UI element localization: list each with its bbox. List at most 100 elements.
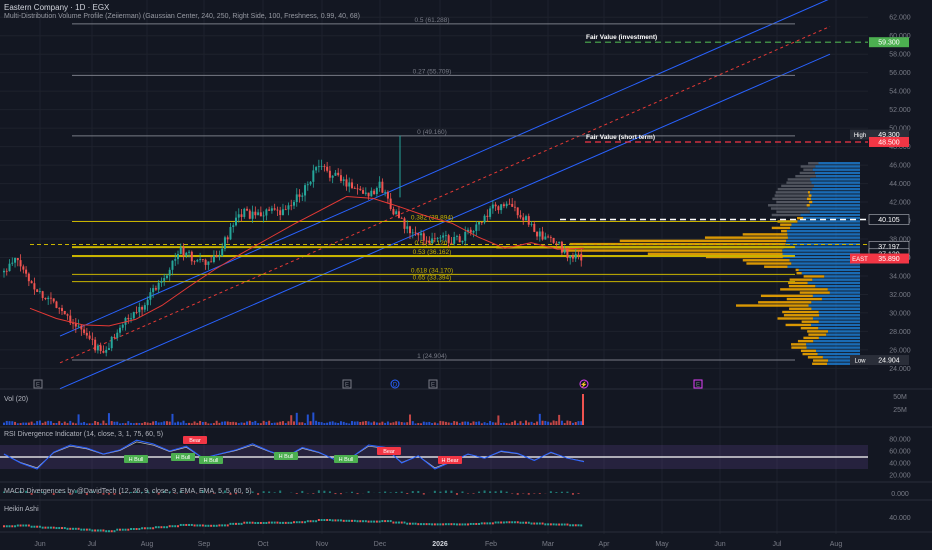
profile-bar-blue [782, 252, 860, 255]
heikin-candle [66, 527, 69, 530]
heikin-pane-label[interactable]: Heikin Ashi [4, 506, 39, 513]
heikin-candle [30, 525, 33, 528]
profile-bar-blue [800, 213, 860, 217]
vol-bar [348, 423, 351, 425]
heikin-candle [229, 522, 232, 525]
heikin-candle [494, 521, 497, 524]
vol-bar [317, 421, 320, 425]
heikin-candle [55, 527, 58, 530]
profile-bar-blue [813, 339, 860, 343]
heikin-candle [179, 523, 182, 526]
vol-bar [464, 421, 467, 425]
vol-bar [102, 420, 105, 425]
vol-bar [414, 423, 417, 425]
vol-bar [27, 422, 30, 425]
x-tick-label: Aug [830, 541, 843, 548]
candle-body [212, 255, 215, 263]
profile-bar-blue [806, 346, 860, 349]
vol-bar [395, 421, 398, 425]
profile-bar-orange [746, 262, 792, 265]
candle-body [243, 208, 246, 217]
vol-bar [107, 413, 110, 425]
candle-body [577, 253, 580, 255]
vol-bar [94, 420, 97, 425]
vol-pane-label[interactable]: Vol (20) [4, 396, 28, 403]
candle-body [61, 308, 63, 311]
candle-body [411, 232, 414, 234]
vol-bar [110, 421, 113, 425]
heikin-candle [511, 521, 514, 524]
vol-bar [422, 421, 425, 425]
candle-body [226, 237, 229, 240]
vol-bar [569, 421, 572, 425]
candle-body [135, 312, 138, 313]
vol-bar [301, 422, 304, 425]
candle-body [38, 291, 41, 293]
profile-bar-blue [807, 281, 860, 285]
profile-bar-blue [812, 317, 860, 320]
rsi-pane-label[interactable]: RSI Divergence Indicator (14, close, 3, … [4, 431, 163, 438]
candle-body [8, 263, 11, 272]
heikin-candle [8, 525, 11, 528]
vol-bar [33, 423, 36, 425]
vol-bar [400, 422, 403, 425]
vol-bar [351, 421, 353, 425]
macd-pane-label[interactable]: MACD Divergences by @DavidTech (12, 26, … [4, 488, 252, 495]
profile-bar-orange [788, 284, 816, 288]
vol-bar [328, 421, 331, 425]
heikin-candle [436, 523, 439, 526]
heikin-candle [409, 522, 411, 525]
vol-bar [265, 421, 268, 425]
heikin-candle [364, 520, 367, 523]
profile-bar-orange [809, 200, 813, 204]
vol-bar [397, 421, 400, 425]
vol-bar [229, 421, 232, 425]
heikin-candle [246, 521, 249, 524]
x-tick-label: Aug [141, 541, 154, 548]
profile-bar-blue [809, 204, 860, 207]
heikin-candle [72, 527, 75, 530]
candle-body [3, 270, 5, 273]
candle-body [469, 229, 472, 233]
price-axis[interactable]: 62.00060.00058.00056.00054.00052.00050.0… [889, 15, 911, 373]
indicator-legend[interactable]: Multi-Distribution Volume Profile (Zeiie… [4, 13, 360, 20]
candle-body [486, 215, 489, 217]
heikin-candle [337, 519, 340, 522]
vol-bar [268, 420, 271, 425]
macd-histogram-bar [406, 493, 409, 495]
heikin-candle [536, 522, 539, 525]
rsi-divergence-label: H Bull [204, 458, 219, 464]
heikin-candle [132, 528, 135, 531]
heikin-candle [502, 521, 505, 524]
profile-bar-blue [812, 294, 860, 298]
candle-body [508, 203, 511, 205]
profile-bar-orange [812, 362, 828, 365]
candle-body [472, 230, 475, 233]
heikin-candle [284, 521, 287, 524]
heikin-candle [464, 523, 467, 526]
candle-body [119, 327, 121, 333]
vol-bar [467, 421, 469, 425]
candle-body [334, 172, 337, 176]
candle-body [185, 252, 188, 256]
rsi-divergence-label: H Bear [441, 458, 458, 464]
vol-bar [146, 422, 149, 425]
vol-bar [306, 414, 309, 425]
time-axis[interactable]: Jun Jul Aug Sep Oct Nov Dec 2026 Feb Mar Apr May Jun… [34, 541, 842, 548]
heikin-candle [315, 520, 318, 523]
heikin-candle [574, 524, 577, 527]
macd-histogram-bar [549, 491, 552, 493]
profile-bar-orange [795, 268, 799, 272]
heikin-candle [328, 519, 331, 522]
heikin-candle [425, 523, 428, 526]
heikin-candle [215, 524, 218, 527]
heikin-candle [204, 524, 207, 527]
vol-bar [516, 423, 519, 425]
profile-bar-blue [801, 272, 860, 275]
vol-bar [386, 421, 389, 425]
y-tick-label: 54.000 [889, 89, 911, 96]
event-markers[interactable]: E E D E ⚡ E [33, 379, 703, 389]
vol-bar [199, 420, 202, 425]
heikin-candle [287, 521, 290, 524]
chart-title[interactable]: Eastern Company · 1D · EGX [4, 3, 109, 12]
